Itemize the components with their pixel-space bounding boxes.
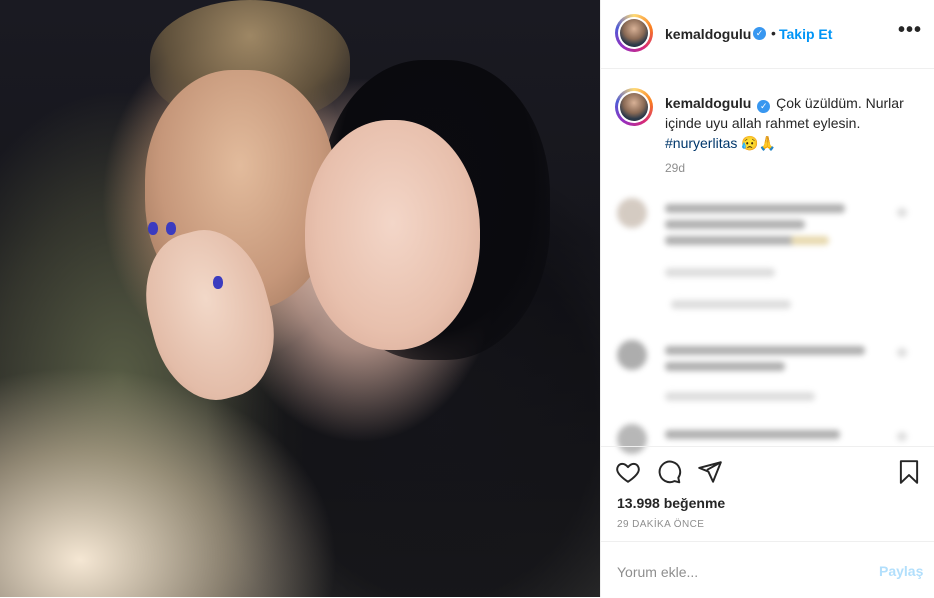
comment-bubble-icon[interactable] xyxy=(656,459,682,485)
caption-avatar[interactable] xyxy=(615,88,653,126)
photo-detail xyxy=(213,276,223,289)
follow-button[interactable]: Takip Et xyxy=(779,26,832,42)
caption-username-link[interactable]: kemaldogulu xyxy=(665,95,751,111)
bookmark-icon[interactable] xyxy=(896,459,922,485)
photo-detail xyxy=(166,222,176,235)
heart-icon[interactable] xyxy=(615,459,641,485)
post-photo[interactable] xyxy=(0,0,600,597)
comment-form: Paylaş xyxy=(601,541,934,598)
post-header: kemaldogulu ✓ • Takip Et ••• xyxy=(601,0,934,69)
post-sidebar: kemaldogulu ✓ • Takip Et ••• kemaldogulu… xyxy=(601,0,934,597)
paper-plane-icon[interactable] xyxy=(697,459,723,485)
avatar[interactable] xyxy=(615,14,653,52)
caption-age: 29d xyxy=(665,161,686,175)
comment-input[interactable] xyxy=(617,562,857,582)
likes-count[interactable]: 13.998 beğenme xyxy=(617,495,725,511)
more-options-icon[interactable]: ••• xyxy=(895,18,925,48)
caption: kemaldogulu ✓ Çok üzüldüm. Nurlar içinde… xyxy=(665,93,927,153)
verified-badge-icon: ✓ xyxy=(753,27,766,40)
post-comment-button[interactable]: Paylaş xyxy=(879,563,923,579)
username-link[interactable]: kemaldogulu xyxy=(665,26,751,42)
post-timestamp: 29 DAKİKA ÖNCE xyxy=(617,519,705,530)
caption-emoji: 😥🙏 xyxy=(741,135,777,151)
verified-badge-icon: ✓ xyxy=(757,100,771,113)
photo-detail xyxy=(305,120,480,350)
hashtag-link[interactable]: #nuryerlitas xyxy=(665,135,737,151)
separator-dot: • xyxy=(771,25,776,41)
photo-detail xyxy=(148,222,158,235)
